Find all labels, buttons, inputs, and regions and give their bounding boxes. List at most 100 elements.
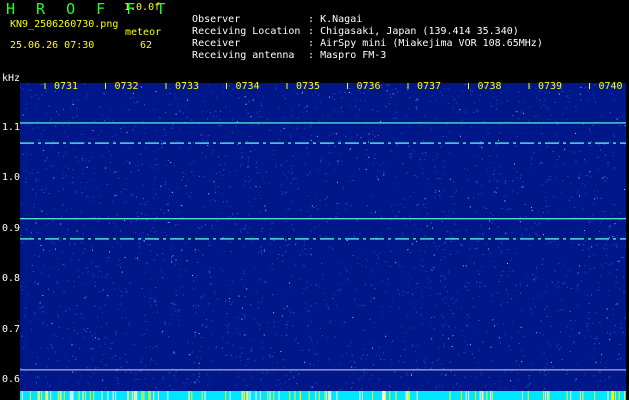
noise-speckle	[126, 160, 128, 162]
noise-speckle	[277, 362, 278, 364]
noise-speckle	[182, 172, 184, 174]
noise-speckle	[613, 135, 615, 137]
noise-speckle	[593, 347, 595, 349]
meteor-spike	[45, 391, 47, 400]
noise-speckle	[485, 385, 487, 387]
noise-speckle	[104, 304, 106, 306]
noise-speckle	[404, 348, 406, 350]
noise-speckle	[42, 311, 44, 313]
noise-speckle	[391, 362, 393, 364]
noise-speckle	[198, 376, 200, 378]
noise-speckle	[271, 263, 273, 265]
noise-speckle	[41, 189, 43, 191]
noise-speckle	[26, 103, 28, 105]
noise-speckle	[32, 213, 34, 215]
noise-speckle	[209, 267, 211, 269]
meteor-spike	[460, 391, 462, 400]
noise-speckle	[39, 307, 41, 309]
noise-speckle	[207, 384, 209, 386]
noise-speckle	[144, 132, 146, 134]
noise-speckle	[106, 273, 108, 275]
noise-speckle	[61, 215, 63, 217]
noise-speckle	[522, 185, 524, 187]
noise-speckle	[469, 206, 471, 208]
noise-speckle	[490, 346, 492, 348]
noise-speckle	[559, 331, 561, 333]
noise-speckle	[434, 166, 436, 168]
noise-speckle	[609, 264, 611, 265]
noise-speckle	[62, 337, 64, 339]
noise-speckle	[180, 204, 182, 206]
meteor-spike	[112, 391, 114, 400]
noise-speckle	[563, 282, 565, 284]
noise-speckle	[252, 339, 254, 341]
noise-speckle	[150, 358, 152, 360]
noise-speckle	[86, 166, 88, 168]
noise-speckle	[576, 286, 578, 288]
noise-speckle	[549, 179, 551, 180]
noise-speckle	[43, 130, 45, 132]
noise-speckle	[531, 163, 532, 165]
noise-speckle	[215, 346, 217, 348]
noise-speckle	[230, 251, 232, 253]
noise-speckle	[485, 208, 487, 209]
noise-speckle	[435, 190, 436, 191]
noise-speckle	[68, 308, 70, 310]
noise-speckle	[117, 170, 119, 172]
noise-speckle	[360, 376, 362, 378]
noise-speckle	[281, 315, 283, 317]
meteor-spike	[490, 391, 492, 400]
noise-speckle	[519, 216, 521, 218]
noise-speckle	[491, 319, 493, 321]
noise-speckle	[103, 93, 105, 95]
noise-speckle	[476, 109, 478, 111]
noise-speckle	[577, 289, 579, 291]
noise-speckle	[73, 286, 75, 287]
noise-speckle	[602, 177, 604, 179]
noise-speckle	[332, 298, 334, 300]
noise-speckle	[352, 180, 354, 181]
noise-speckle	[259, 186, 261, 188]
noise-speckle	[82, 159, 84, 161]
noise-speckle	[180, 269, 182, 270]
noise-speckle	[407, 282, 409, 284]
noise-speckle	[214, 200, 216, 202]
noise-speckle	[546, 316, 548, 317]
noise-speckle	[210, 112, 211, 114]
noise-speckle	[475, 165, 477, 166]
noise-speckle	[596, 197, 598, 199]
noise-speckle	[79, 348, 81, 349]
noise-speckle	[310, 126, 312, 128]
noise-speckle	[52, 220, 54, 222]
noise-speckle	[147, 244, 149, 245]
meteor-spike	[278, 391, 280, 400]
noise-speckle	[211, 320, 213, 322]
noise-speckle	[166, 94, 168, 96]
noise-speckle	[530, 227, 532, 229]
noise-speckle	[45, 325, 47, 327]
noise-speckle	[134, 125, 136, 127]
noise-speckle	[266, 322, 268, 324]
noise-speckle	[593, 97, 595, 99]
noise-speckle	[95, 187, 97, 189]
noise-speckle	[327, 306, 329, 308]
noise-speckle	[318, 95, 320, 97]
noise-speckle	[22, 114, 24, 116]
noise-speckle	[381, 87, 383, 89]
noise-speckle	[95, 337, 97, 339]
noise-speckle	[140, 153, 142, 155]
x-tick-label: 0734	[235, 81, 260, 92]
noise-speckle	[339, 91, 341, 93]
noise-speckle	[394, 103, 395, 105]
noise-speckle	[454, 374, 456, 376]
noise-speckle	[87, 328, 89, 329]
noise-speckle	[600, 222, 601, 224]
meteor-spike	[308, 391, 310, 400]
noise-speckle	[62, 177, 64, 179]
meteor-spike	[389, 391, 391, 400]
noise-speckle	[529, 167, 531, 169]
noise-speckle	[154, 300, 156, 302]
meteor-spike	[416, 391, 418, 400]
noise-speckle	[337, 289, 339, 291]
noise-speckle	[473, 197, 475, 199]
